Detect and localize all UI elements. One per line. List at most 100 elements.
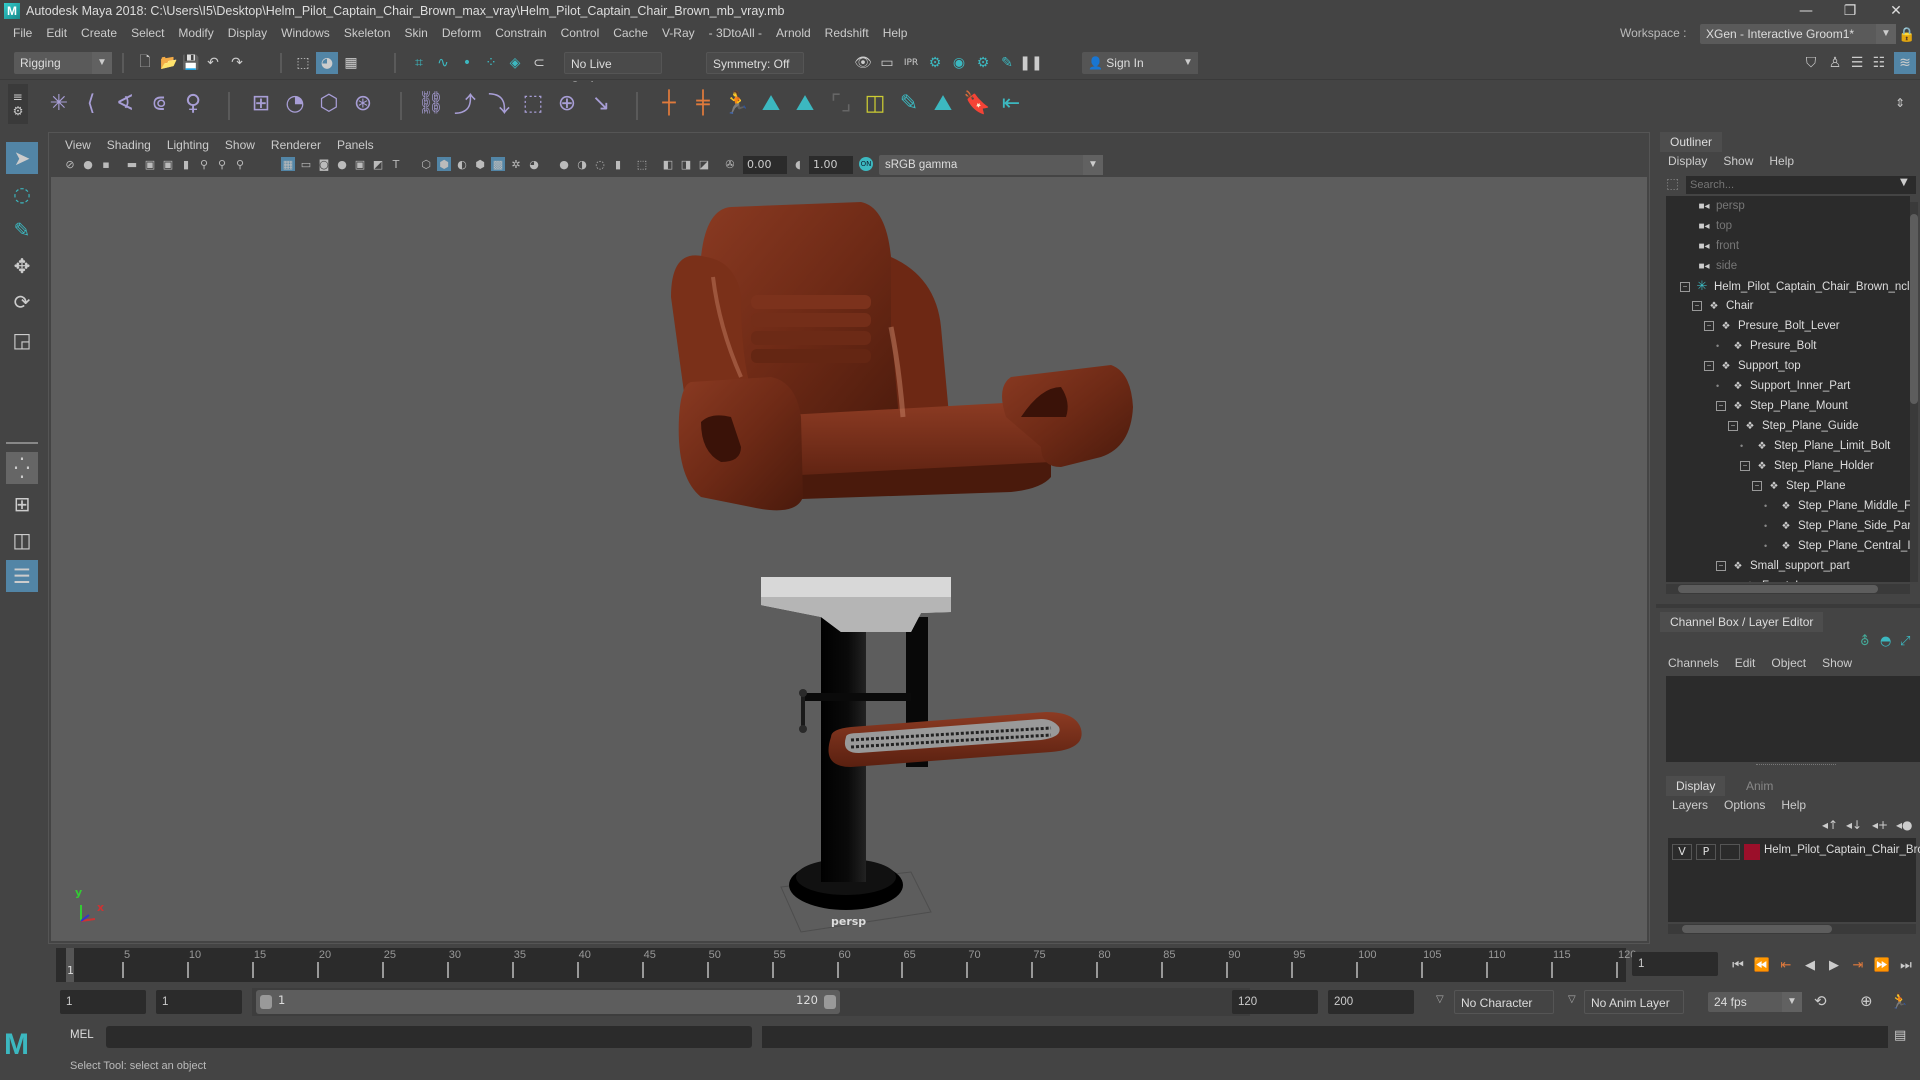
menu-deform[interactable]: Deform <box>435 26 488 40</box>
outliner-tab[interactable]: Outliner <box>1660 132 1723 152</box>
outliner-search-input[interactable] <box>1686 176 1916 194</box>
light-editor-icon[interactable]: ✎ <box>996 52 1018 74</box>
paint-weights-icon[interactable]: ◔ <box>280 88 310 118</box>
panel-menu-panels[interactable]: Panels <box>329 138 382 152</box>
outliner-item[interactable]: − ❖ Step_Plane_Holder <box>1740 456 1874 476</box>
outliner-item[interactable]: − ❖ Chair <box>1692 296 1753 316</box>
collapse-toggle-icon[interactable]: − <box>1680 281 1690 292</box>
range-slider-track[interactable]: 1 120 <box>252 988 1250 1016</box>
outliner-item[interactable]: ■◂ persp <box>1696 196 1744 216</box>
command-language-label[interactable]: MEL <box>70 1029 94 1041</box>
panel-menu-renderer[interactable]: Renderer <box>263 138 329 152</box>
insert-joint-icon[interactable]: ⟨ <box>76 88 106 118</box>
new-layer-icon[interactable]: ◂+ <box>1872 818 1888 832</box>
aim-constraint-icon[interactable]: ⊕ <box>552 88 582 118</box>
channel-box-icon[interactable]: ≋ <box>1894 52 1916 74</box>
current-frame-field[interactable]: 1 <box>1632 952 1718 976</box>
layer-tab-display[interactable]: Display <box>1666 776 1726 796</box>
use-all-lights-icon[interactable]: ▩ <box>491 157 505 171</box>
channel-box-menu-show[interactable]: Show <box>1822 656 1852 670</box>
mel-command-input[interactable] <box>106 1026 752 1048</box>
bind-skin-icon[interactable]: ⊞ <box>246 88 276 118</box>
character-set-dropdown[interactable]: No Character Set <box>1454 990 1554 1034</box>
new-scene-icon[interactable]: 🗋 <box>134 52 156 74</box>
outliner-menu-help[interactable]: Help <box>1769 154 1794 168</box>
fps-dropdown[interactable]: 24 fps ▼ <box>1708 992 1802 1012</box>
ik-spline-icon[interactable]: ⟃ <box>144 88 174 118</box>
tool-settings-icon[interactable]: ☷ <box>1868 52 1890 74</box>
restore-button[interactable]: ❐ <box>1830 0 1870 22</box>
two-view-layout-icon[interactable]: ◫ <box>6 524 38 556</box>
default-material-icon[interactable]: ◐ <box>455 157 469 171</box>
maya-mesh-icon[interactable]: ⛰ <box>756 88 786 118</box>
menu-arnold[interactable]: Arnold <box>769 26 818 40</box>
symmetry-field[interactable]: Symmetry: Off <box>706 52 804 74</box>
move-layer-down-icon[interactable]: ◂↓ <box>1846 818 1862 832</box>
lasso-paint-icon[interactable]: ✎ <box>894 88 924 118</box>
ik-handle-icon[interactable]: ∢ <box>110 88 140 118</box>
menu-display[interactable]: Display <box>221 26 274 40</box>
layer-name[interactable]: Helm_Pilot_Captain_Chair_Brow <box>1764 844 1920 856</box>
channel-box-rotate-icon[interactable]: ◓ <box>1880 634 1891 649</box>
set-key-icon[interactable]: ┼ <box>654 88 684 118</box>
maya-mesh-third-icon[interactable]: ⛰ <box>928 88 958 118</box>
snap-grid-icon[interactable]: ⌗ <box>408 52 430 74</box>
camera-select-icon[interactable]: ⊘ <box>63 157 77 171</box>
character-controls-icon[interactable]: ♙ <box>1824 52 1846 74</box>
select-hierarchy-icon[interactable]: ⬚ <box>292 52 314 74</box>
attribute-editor-icon[interactable]: ☰ <box>1846 52 1868 74</box>
orient-constraint-icon[interactable]: ⤵ <box>484 88 514 118</box>
gamma-field[interactable]: 1.00 <box>809 156 853 174</box>
step-forward-frame-icon[interactable]: ⇥ <box>1848 956 1868 976</box>
humanik-icon[interactable]: ♀ <box>178 88 208 118</box>
menu-file[interactable]: File <box>6 26 39 40</box>
panel-menu-show[interactable]: Show <box>217 138 263 152</box>
pause-viewport-icon[interactable]: ❚❚ <box>1019 52 1042 74</box>
snap-curve-icon[interactable]: ∿ <box>432 52 454 74</box>
menu-create[interactable]: Create <box>74 26 124 40</box>
snap-projected-icon[interactable]: ⊂ <box>528 52 550 74</box>
gamma-icon[interactable]: ◖ <box>791 157 805 171</box>
channel-box-menu-edit[interactable]: Edit <box>1735 656 1756 670</box>
live-surface-field[interactable]: No Live Surface <box>564 52 662 93</box>
script-editor-icon[interactable]: ▤ <box>1894 1028 1906 1043</box>
sign-in-button[interactable]: 👤 Sign In ▼ <box>1082 52 1198 74</box>
lock-icon[interactable]: 🔒 <box>1896 24 1918 46</box>
step-back-key-icon[interactable]: ⏪ <box>1752 956 1772 976</box>
create-joint-icon[interactable]: ✳ <box>44 88 74 118</box>
outliner-item[interactable]: − ✳ Helm_Pilot_Captain_Chair_Brown_ncl <box>1680 276 1910 296</box>
resolution-gate-icon[interactable]: ⚲ <box>233 157 247 171</box>
workspace-dropdown[interactable]: XGen - Interactive Groom1* ▼ <box>1700 24 1896 44</box>
single-view-layout-icon[interactable]: ⁛ <box>6 452 38 484</box>
ipr-render-icon[interactable]: IPR <box>900 52 922 74</box>
shadows-icon[interactable]: ✲ <box>509 157 523 171</box>
time-slider[interactable]: 1 5 10 15 20 25 30 35 40 45 50 55 60 65 70 75 80 85 90 95 1… <box>56 948 1636 982</box>
point-constraint-icon[interactable]: ⤴ <box>450 88 480 118</box>
step-forward-key-icon[interactable]: ⏩ <box>1872 956 1892 976</box>
animation-end-field[interactable]: 200 <box>1328 990 1414 1014</box>
collapse-toggle-icon[interactable]: − <box>1704 320 1714 331</box>
animation-start-field[interactable]: 1 <box>60 990 146 1014</box>
menu-vray[interactable]: V-Ray <box>655 26 702 40</box>
menu-3dtoall[interactable]: - 3DtoAll - <box>702 26 769 40</box>
four-view-layout-icon[interactable]: ⊞ <box>6 488 38 520</box>
playback-start-field[interactable]: 1 <box>156 990 242 1014</box>
outliner-item[interactable]: • ❖ Step_Plane_Side_Parl <box>1764 516 1910 536</box>
wireframe-icon[interactable]: ⬡ <box>419 157 433 171</box>
layer-create-icon[interactable]: ◫ <box>860 88 890 118</box>
range-end-handle[interactable] <box>824 995 836 1009</box>
auto-key-icon[interactable]: ⊕ <box>1860 992 1873 1010</box>
collapse-toggle-icon[interactable]: − <box>1752 480 1762 491</box>
image-adjust-icon[interactable]: ◪ <box>697 157 711 171</box>
channel-box-move-icon[interactable]: ⛢ <box>1860 634 1870 649</box>
bookmarks-icon[interactable]: ▬ <box>125 157 139 171</box>
move-tool-icon[interactable]: ✥ <box>6 250 38 282</box>
xray-icon[interactable]: ◩ <box>371 157 385 171</box>
key-constraint-icon[interactable]: ╪ <box>688 88 718 118</box>
grid-toggle-icon[interactable]: ⚲ <box>197 157 211 171</box>
collapse-toggle-icon[interactable]: − <box>1740 460 1750 471</box>
menu-skeleton[interactable]: Skeleton <box>337 26 398 40</box>
outliner-vscroll-thumb[interactable] <box>1910 214 1918 404</box>
outliner-item[interactable]: •❖ Front_Lever <box>1728 576 1824 582</box>
hud-icon[interactable]: ◨ <box>679 157 693 171</box>
